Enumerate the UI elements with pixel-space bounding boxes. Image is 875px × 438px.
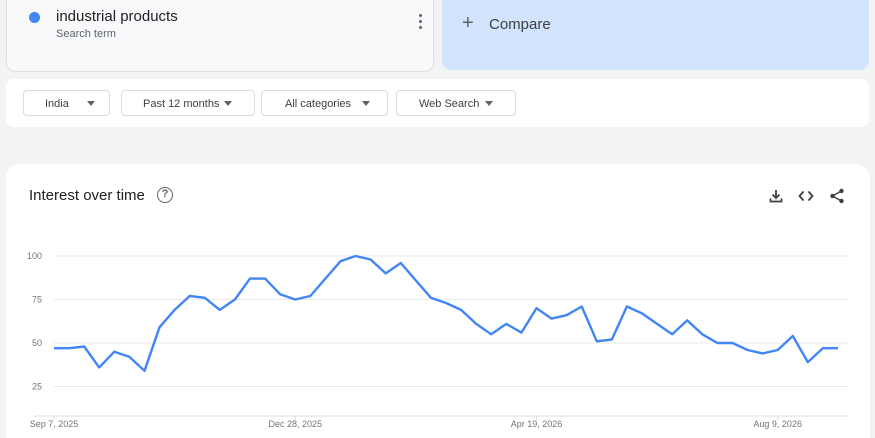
x-tick-label: Sep 7, 2025 (30, 419, 79, 429)
more-vert-icon[interactable] (413, 14, 427, 32)
search-term-subtitle: Search term (56, 28, 116, 40)
interest-line-chart: 25 50 75 100 Sep 7, 2025 Dec 28, 2025 Apr 19, … (27, 251, 848, 429)
series-line (54, 254, 838, 373)
series-color-dot (29, 12, 40, 23)
y-tick-label: 75 (32, 295, 42, 305)
filter-category-label: All categories (285, 98, 352, 110)
x-tick-label: Dec 28, 2025 (268, 419, 322, 429)
caret-down-icon (362, 101, 370, 106)
y-tick-label: 25 (32, 382, 42, 392)
filter-region[interactable]: India (23, 90, 110, 116)
filter-time-range-label: Past 12 months (143, 98, 220, 110)
caret-down-icon (224, 101, 232, 106)
filter-search-type-label: Web Search (419, 98, 480, 110)
filter-time-range[interactable]: Past 12 months (121, 90, 255, 116)
interest-over-time-card: Interest over time ? 25 50 75 100 Sep 7, 202… (6, 164, 870, 438)
search-term-name[interactable]: industrial products (56, 8, 178, 25)
plus-icon: + (462, 12, 474, 34)
search-term-card[interactable]: industrial products Search term (6, 0, 434, 72)
x-tick-label: Aug 9, 2026 (753, 419, 802, 429)
caret-down-icon (485, 101, 493, 106)
filters-bar: India Past 12 months All categories Web … (6, 79, 869, 127)
y-tick-label: 50 (32, 338, 42, 348)
filter-search-type[interactable]: Web Search (396, 90, 516, 116)
x-tick-label: Apr 19, 2026 (511, 419, 563, 429)
compare-button[interactable]: + Compare (442, 0, 869, 70)
caret-down-icon (87, 101, 95, 106)
filter-region-label: India (45, 98, 69, 110)
compare-label: Compare (489, 16, 551, 33)
filter-category[interactable]: All categories (261, 90, 388, 116)
y-tick-label: 100 (27, 251, 42, 261)
